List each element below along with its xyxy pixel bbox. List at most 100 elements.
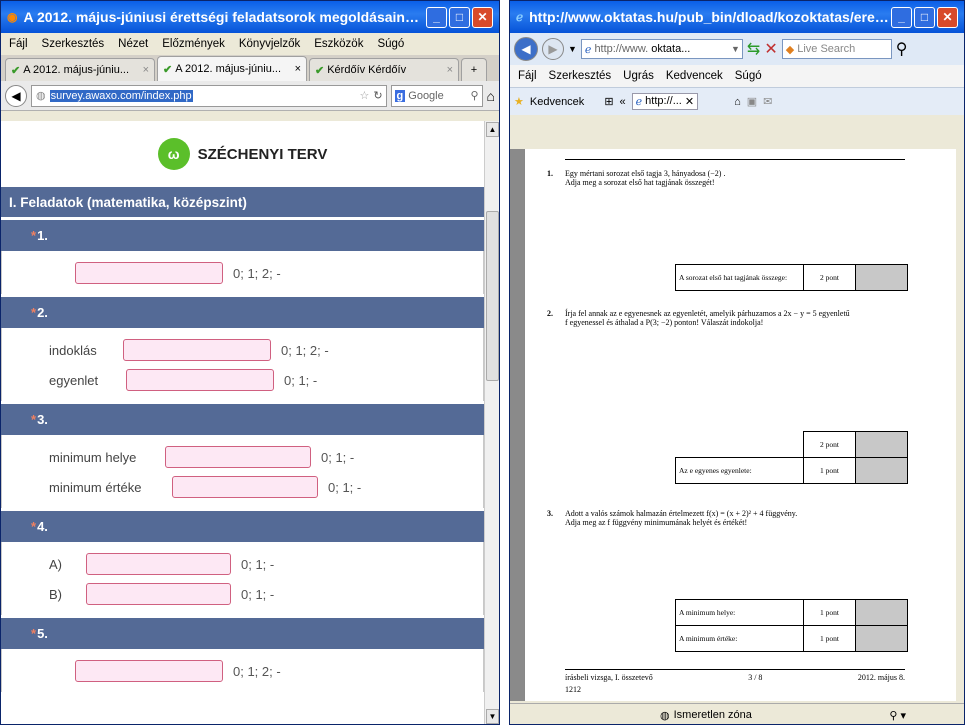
menu-edit[interactable]: Szerkesztés: [549, 70, 612, 82]
tab-close-icon[interactable]: ×: [295, 63, 301, 75]
search-box[interactable]: g Google ⚲: [390, 84, 483, 107]
mail-icon[interactable]: ✉: [763, 95, 772, 108]
star-icon[interactable]: ☆: [359, 89, 369, 102]
home-icon[interactable]: ⌂: [734, 96, 741, 108]
tab-1[interactable]: ✔ A 2012. május-júniu... ×: [5, 58, 155, 81]
question-body: minimum helye 0; 1; - minimum értéke 0; …: [1, 435, 484, 508]
question-header: * 3.: [1, 401, 484, 435]
answer-input[interactable]: [126, 369, 274, 391]
required-star-icon: *: [31, 519, 37, 534]
search-icon[interactable]: ⚲: [470, 89, 481, 102]
scroll-up-icon[interactable]: ▲: [486, 122, 499, 137]
minimize-button[interactable]: _: [426, 6, 447, 28]
answer-label: B): [49, 586, 62, 602]
footer-rule: [565, 669, 905, 670]
favorites-star-icon: ★: [514, 96, 524, 108]
window-title: A 2012. május-júniusi érettségi feladats…: [23, 9, 424, 25]
close-button[interactable]: ✕: [472, 6, 493, 28]
answer-input[interactable]: [123, 339, 271, 361]
scroll-down-icon[interactable]: ▼: [486, 709, 499, 724]
menu-favorites[interactable]: Kedvencek: [666, 70, 723, 82]
reload-icon[interactable]: ↻: [373, 89, 385, 102]
score-cell: [855, 625, 908, 652]
chevron-icon[interactable]: «: [620, 96, 626, 108]
menu-tools[interactable]: Eszközök: [314, 38, 363, 50]
logo-mark-icon: ω: [157, 138, 190, 170]
task-number: 1.: [547, 169, 553, 178]
back-button[interactable]: ◀: [5, 84, 27, 107]
ie-address-bar[interactable]: ℯ http://www. oktata... ▼: [580, 39, 743, 59]
logo-text: SZÉCHENYI TERV: [197, 145, 328, 163]
address-dropdown-icon[interactable]: ▼: [731, 44, 742, 54]
answer-options: 0; 1; 2; -: [233, 265, 281, 281]
maximize-button[interactable]: □: [449, 6, 470, 28]
new-tab-button[interactable]: +: [461, 58, 487, 81]
checkmark-icon: ✔: [163, 63, 173, 76]
menu-help[interactable]: Súgó: [735, 70, 762, 82]
table-points: 1 pont: [803, 457, 856, 484]
quick-tabs-icon[interactable]: ⊞: [604, 95, 613, 108]
stop-icon[interactable]: ✕: [764, 39, 777, 59]
table-points: 1 pont: [803, 599, 856, 626]
menu-view[interactable]: Nézet: [118, 38, 148, 50]
header-rule: [565, 159, 905, 160]
vertical-scrollbar[interactable]: ▲ ▼: [484, 121, 499, 724]
answer-options: 0; 1; -: [328, 479, 362, 495]
search-icon[interactable]: ⚲: [896, 39, 908, 59]
question-body: 0; 1; 2; -: [1, 649, 484, 692]
live-search-box[interactable]: ◆ Live Search: [781, 39, 892, 59]
close-button[interactable]: ✕: [937, 6, 958, 28]
refresh-icon[interactable]: ⇆: [747, 39, 760, 59]
live-search-icon: ◆: [785, 43, 795, 56]
page-icon: ℯ: [584, 43, 592, 56]
answer-options: 0; 1; 2; -: [233, 663, 281, 679]
scrollbar-thumb[interactable]: [486, 211, 499, 381]
url-bar[interactable]: ◍ survey.awaxo.com/index.php ☆ ↻: [31, 84, 387, 107]
minimize-button[interactable]: _: [891, 6, 912, 28]
dropdown-arrow-icon[interactable]: ▼: [568, 44, 577, 54]
menu-bookmarks[interactable]: Könyvjelzők: [239, 38, 300, 50]
menu-go[interactable]: Ugrás: [623, 70, 654, 82]
menu-history[interactable]: Előzmények: [162, 38, 225, 50]
menu-help[interactable]: Súgó: [377, 38, 404, 50]
answer-row: B) 0; 1; -: [2, 579, 483, 609]
tab-2-active[interactable]: ✔ A 2012. május-júniu... ×: [157, 56, 307, 81]
tab-close-icon[interactable]: ✕: [685, 95, 694, 108]
rss-icon[interactable]: ▣: [747, 95, 757, 108]
answer-input[interactable]: [165, 446, 311, 468]
favorites-button[interactable]: Kedvencek: [530, 96, 584, 108]
question-body: indoklás 0; 1; 2; - egyenlet 0; 1; -: [1, 328, 484, 401]
task-text: Adja meg a sorozat első hat tagjának öss…: [565, 178, 715, 187]
back-button[interactable]: ◀: [514, 37, 538, 61]
plus-icon: +: [470, 64, 478, 76]
home-icon[interactable]: ⌂: [487, 88, 495, 104]
ie-tab[interactable]: ℯ http://... ✕: [631, 93, 699, 110]
question-number: 5.: [37, 626, 48, 641]
ie-titlebar[interactable]: ℯ http://www.oktatas.hu/pub_bin/dload/ko…: [510, 1, 964, 33]
score-table-1: A sorozat első hat tagjának összege: 2 po…: [675, 264, 908, 291]
forward-arrow-icon: ▶: [548, 42, 558, 56]
score-cell: [855, 264, 908, 291]
zoom-icon[interactable]: ⚲ ▾: [889, 709, 906, 722]
tab-3[interactable]: ✔ Kérdőív Kérdőív ×: [309, 58, 459, 81]
favorites-bar: ★ Kedvencek ⊞ « ℯ http://... ✕ ⌂ ▣ ✉: [510, 87, 964, 115]
answer-input[interactable]: [75, 262, 223, 284]
forward-button[interactable]: ▶: [542, 38, 564, 60]
answer-input[interactable]: [172, 476, 318, 498]
score-table-2: 2 pont Az e egyenes egyenlete: 1 pont: [675, 431, 908, 484]
menu-edit[interactable]: Szerkesztés: [42, 38, 105, 50]
menu-file[interactable]: Fájl: [518, 70, 537, 82]
menu-file[interactable]: Fájl: [9, 38, 28, 50]
answer-input[interactable]: [86, 553, 231, 575]
firefox-titlebar[interactable]: ◉ A 2012. május-júniusi érettségi felada…: [1, 1, 499, 33]
tab-close-icon[interactable]: ×: [447, 64, 453, 76]
answer-input[interactable]: [75, 660, 223, 682]
maximize-button[interactable]: □: [914, 6, 935, 28]
table-label: A minimum helye:: [675, 599, 804, 626]
answer-label: indoklás: [49, 342, 97, 358]
live-search-placeholder: Live Search: [797, 43, 856, 55]
page-footer: írásbeli vizsga, I. összetevő 3 / 8 2012…: [565, 673, 905, 682]
answer-row: 0; 1; 2; -: [2, 258, 483, 288]
answer-input[interactable]: [86, 583, 231, 605]
tab-close-icon[interactable]: ×: [143, 64, 149, 76]
